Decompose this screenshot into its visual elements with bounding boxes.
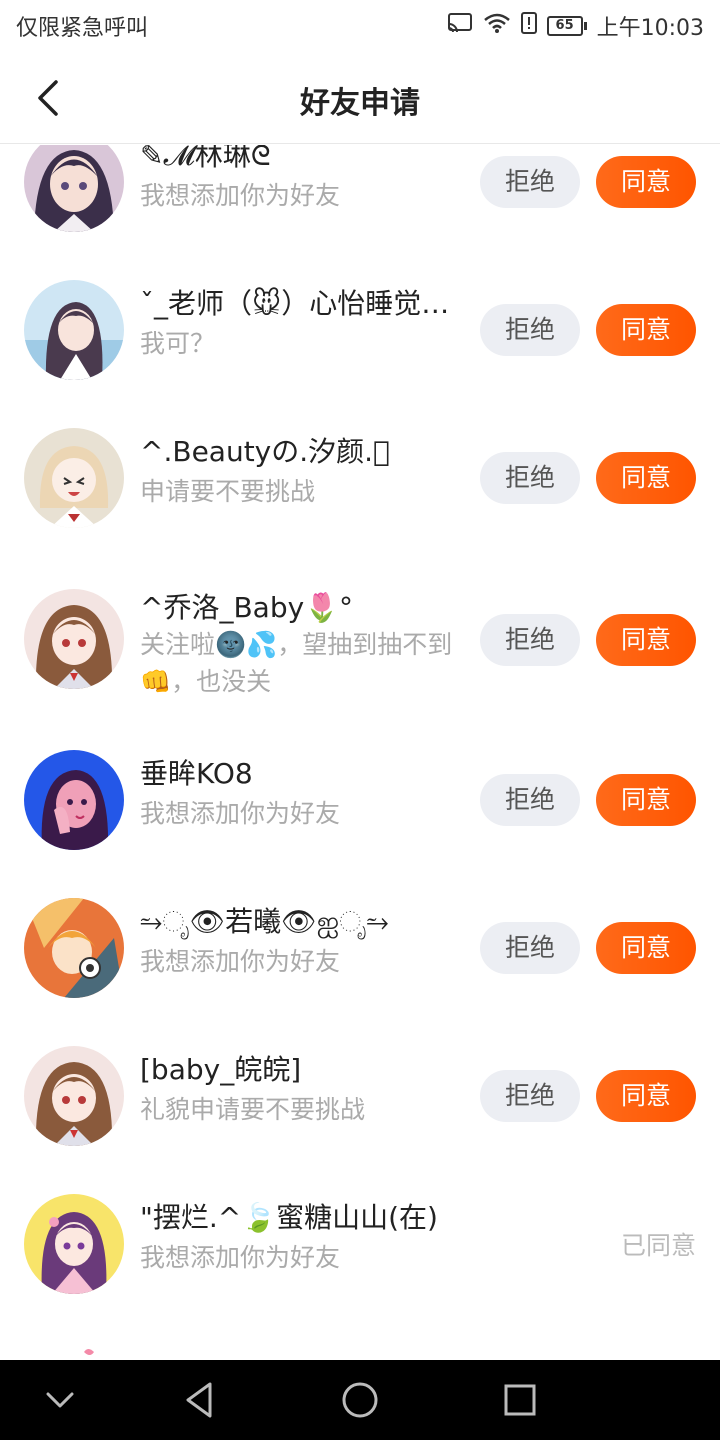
reject-button[interactable]: 拒绝 — [480, 614, 580, 666]
accept-button[interactable]: 同意 — [596, 156, 696, 208]
chevron-down-icon[interactable] — [38, 1378, 82, 1422]
status-bar: 仅限紧急呼叫 65 上午10:03 — [0, 0, 720, 50]
request-item: ⥲ೃ👁若曦👁ஐೃ⥲ 我想添加你为好友 拒绝 同意 — [0, 874, 720, 1022]
battery-icon: 65 — [546, 16, 587, 36]
request-message: 我想添加你为好友 — [140, 1243, 341, 1272]
request-item: ^.Beautyの.汐颜.⃟ 申请要不要挑战 拒绝 同意 — [0, 404, 720, 552]
requester-name: "摆烂.^🍃蜜糖山山(在) — [140, 1201, 438, 1234]
requester-name: ⥲ೃ👁若曦👁ஐೃ⥲ — [140, 905, 389, 938]
avatar[interactable] — [24, 1342, 124, 1360]
avatar[interactable] — [24, 750, 124, 850]
back-triangle-icon[interactable] — [178, 1378, 222, 1422]
request-message: 申请要不要挑战 — [140, 477, 316, 506]
request-message: 我想添加你为好友 — [140, 947, 341, 976]
request-item: ˇ_老师（🐭）心怡睡觉… 我可？ 拒绝 同意 — [0, 256, 720, 404]
accept-button[interactable]: 同意 — [596, 304, 696, 356]
accept-button[interactable]: 同意 — [596, 922, 696, 974]
avatar[interactable] — [24, 145, 124, 232]
reject-button[interactable]: 拒绝 — [480, 452, 580, 504]
status-icons: 65 上午10:03 — [447, 10, 704, 42]
avatar[interactable] — [24, 428, 124, 528]
recents-square-icon[interactable] — [498, 1378, 542, 1422]
home-circle-icon[interactable] — [338, 1378, 382, 1422]
request-item: ✎𝓜林琳ᘓ 我想添加你为好友 拒绝 同意 — [0, 145, 720, 256]
requester-name: ^.Beautyの.汐颜.⃟ — [140, 435, 390, 468]
request-message: 我想添加你为好友 — [140, 181, 341, 210]
header: 好友申请 — [0, 50, 720, 144]
reject-button[interactable]: 拒绝 — [480, 774, 580, 826]
requester-name: ˇ_老师（🐭）心怡睡觉… — [140, 287, 450, 320]
request-item: 垂眸KO8 我想添加你为好友 拒绝 同意 — [0, 726, 720, 874]
alert-icon — [520, 12, 537, 40]
carrier-text: 仅限紧急呼叫 — [16, 16, 149, 41]
page-title: 好友申请 — [300, 86, 420, 121]
system-nav-bar — [0, 1360, 720, 1440]
request-message: 我可？ — [140, 329, 216, 358]
request-message: 关注啦🌚💦，望抽到抽不到👊，也没关 — [140, 630, 453, 696]
accept-button[interactable]: 同意 — [596, 1070, 696, 1122]
clock: 上午10:03 — [596, 16, 704, 41]
requester-name: ✎𝓜林琳ᘓ — [140, 145, 271, 172]
friend-request-list[interactable]: ✎𝓜林琳ᘓ 我想添加你为好友 拒绝 同意 ˇ_老师（🐭）心怡睡觉… 我可？ 拒绝… — [0, 145, 720, 1360]
request-item — [0, 1318, 720, 1360]
accept-button[interactable]: 同意 — [596, 452, 696, 504]
avatar[interactable] — [24, 589, 124, 689]
requester-name: 垂眸KO8 — [140, 757, 253, 790]
request-item: ^乔洛_Baby🌷° 关注啦🌚💦，望抽到抽不到👊，也没关 拒绝 同意 — [0, 552, 720, 726]
request-message: 礼貌申请要不要挑战 — [140, 1095, 366, 1124]
avatar[interactable] — [24, 898, 124, 998]
request-message: 我想添加你为好友 — [140, 799, 341, 828]
request-item: [baby_皖皖] 礼貌申请要不要挑战 拒绝 同意 — [0, 1022, 720, 1170]
accept-button[interactable]: 同意 — [596, 774, 696, 826]
wifi-icon — [483, 12, 511, 40]
reject-button[interactable]: 拒绝 — [480, 1070, 580, 1122]
request-item: "摆烂.^🍃蜜糖山山(在) 我想添加你为好友 已同意 — [0, 1170, 720, 1318]
avatar[interactable] — [24, 280, 124, 380]
battery-level: 65 — [546, 16, 583, 36]
cast-icon — [447, 12, 473, 40]
avatar[interactable] — [24, 1194, 124, 1294]
reject-button[interactable]: 拒绝 — [480, 922, 580, 974]
avatar[interactable] — [24, 1046, 124, 1146]
accept-button[interactable]: 同意 — [596, 614, 696, 666]
requester-name: ^乔洛_Baby🌷° — [140, 591, 354, 624]
reject-button[interactable]: 拒绝 — [480, 156, 580, 208]
reject-button[interactable]: 拒绝 — [480, 304, 580, 356]
accepted-status: 已同意 — [620, 1231, 696, 1260]
requester-name: [baby_皖皖] — [140, 1053, 302, 1086]
